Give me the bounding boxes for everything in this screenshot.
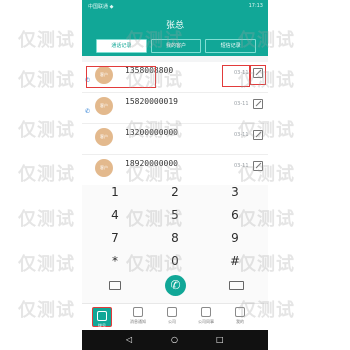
nav-messages[interactable]: 消息通知 [126,306,150,328]
avatar: 客户 [95,159,113,177]
message-icon [133,307,143,317]
nav-label: 公司同事 [198,319,214,324]
edit-icon[interactable] [253,99,263,109]
phone-icon: ✆ [170,278,181,292]
dial-key-1[interactable]: 1 [95,185,135,205]
watermark: 仅测试 [126,30,183,51]
nav-colleagues[interactable]: 公司同事 [194,306,218,328]
dial-button[interactable]: ✆ [165,275,186,296]
dial-key-9[interactable]: 9 [215,231,255,251]
phone-number: 15820000019 [125,97,178,106]
watermark: 仅测试 [18,70,75,91]
watermark: 仅测试 [126,120,183,141]
watermark: 仅测试 [126,164,183,185]
watermark: 仅测试 [18,254,75,275]
watermark: 仅测试 [126,70,183,91]
status-bar: 中国联通 ◆ 17:13 [82,0,268,12]
nav-company[interactable]: 公司 [160,306,184,328]
watermark: 仅测试 [18,30,75,51]
nav-dial[interactable]: 拨号 [92,307,112,328]
watermark: 仅测试 [238,209,295,230]
avatar: 客户 [95,97,113,115]
recent-apps-icon[interactable]: □ [216,335,224,344]
nav-label: 拨号 [98,323,106,328]
dial-key-3[interactable]: 3 [215,185,255,205]
watermark: 仅测试 [126,209,183,230]
dial-key-7[interactable]: 7 [95,231,135,251]
watermark: 仅测试 [238,254,295,275]
call-icon: ✆ [85,108,91,115]
watermark: 仅测试 [18,164,75,185]
watermark: 仅测试 [238,30,295,51]
call-date: 03-11 [234,101,249,107]
backspace-icon[interactable] [229,281,244,290]
building-icon [167,307,177,317]
clock: 17:13 [248,3,263,9]
home-icon[interactable]: ○ [171,335,178,344]
carrier-status: 中国联通 ◆ [88,4,114,10]
grid-icon[interactable] [109,281,121,290]
avatar: 客户 [95,128,113,146]
watermark: 仅测试 [126,254,183,275]
watermark: 仅测试 [238,164,295,185]
nav-label: 消息通知 [130,319,146,324]
back-icon[interactable]: ◁ [126,335,132,344]
dial-key-8[interactable]: 8 [155,231,195,251]
dial-pad: 1 2 3 4 5 6 7 8 9 * 0 # ✆ [82,185,268,303]
dial-icon [97,311,107,321]
system-nav-bar: ◁ ○ □ [82,330,268,350]
dial-key-2[interactable]: 2 [155,185,195,205]
watermark: 仅测试 [238,70,295,91]
watermark: 仅测试 [238,120,295,141]
people-icon [201,307,211,317]
watermark: 仅测试 [18,300,75,321]
watermark: 仅测试 [18,120,75,141]
watermark: 仅测试 [238,300,295,321]
watermark: 仅测试 [18,209,75,230]
nav-label: 公司 [168,319,176,324]
